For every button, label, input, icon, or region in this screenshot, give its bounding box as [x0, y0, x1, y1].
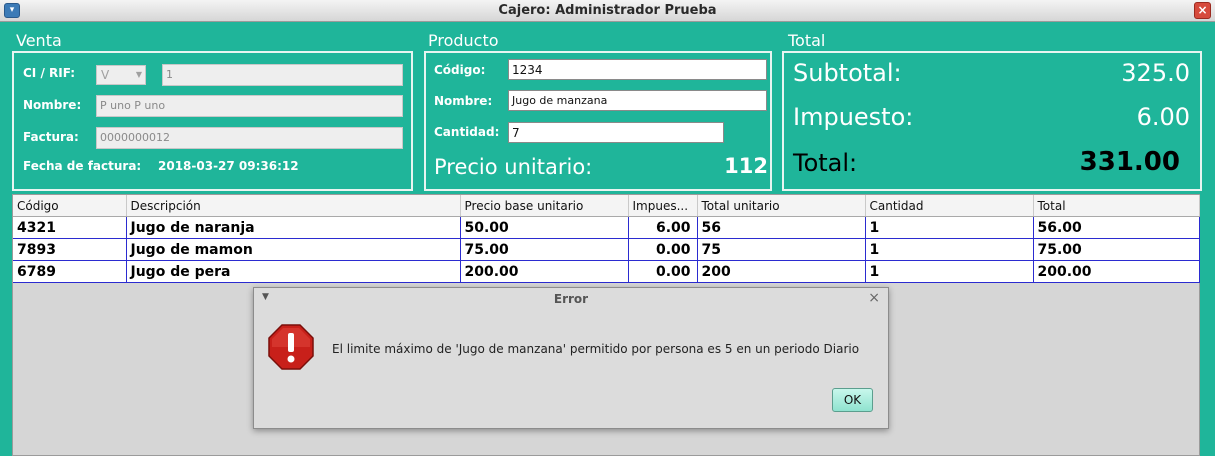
- cell-codigo[interactable]: 6789: [13, 260, 127, 283]
- codigo-label: Código:: [434, 63, 486, 77]
- cell-descripcion[interactable]: Jugo de mamon: [126, 238, 461, 261]
- impuesto-value: 6.00: [1136, 103, 1190, 131]
- total-value: 331.00: [1079, 147, 1180, 177]
- cell-total[interactable]: 200.00: [1033, 260, 1200, 283]
- producto-nombre-label: Nombre:: [434, 94, 493, 108]
- column-header-impuesto[interactable]: Impues...: [628, 195, 698, 217]
- total-panel: Subtotal: 325.0 Impuesto: 6.00 Total: 33…: [782, 51, 1202, 191]
- impuesto-label: Impuesto:: [793, 103, 914, 131]
- cliente-nombre-label: Nombre:: [23, 98, 82, 112]
- cell-cantidad[interactable]: 1: [865, 260, 1034, 283]
- fecha-label: Fecha de factura:: [23, 159, 142, 173]
- cell-total-unitario[interactable]: 75: [697, 238, 866, 261]
- cell-descripcion[interactable]: Jugo de pera: [126, 260, 461, 283]
- producto-panel: Código: 1234 Nombre: Jugo de manzana Can…: [424, 51, 772, 191]
- table-row[interactable]: 7893 Jugo de mamon 75.00 0.00 75 1 75.00: [13, 238, 1200, 261]
- cantidad-label: Cantidad:: [434, 125, 500, 139]
- subtotal-value: 325.0: [1121, 59, 1190, 87]
- venta-panel: CI / RIF: V ▼ 1 Nombre: P uno P uno Fact…: [12, 51, 413, 191]
- cliente-nombre-input[interactable]: P uno P uno: [96, 95, 403, 117]
- cell-cantidad[interactable]: 1: [865, 216, 1034, 239]
- cell-codigo[interactable]: 4321: [13, 216, 127, 239]
- error-dialog: ▼ Error × El limite máximo de 'Jugo de m…: [253, 287, 889, 429]
- ci-type-value: V: [101, 68, 110, 82]
- factura-input[interactable]: 0000000012: [96, 127, 403, 149]
- ok-button[interactable]: OK: [832, 388, 873, 412]
- producto-title: Producto: [428, 31, 499, 50]
- venta-title: Venta: [16, 31, 62, 50]
- ci-label: CI / RIF:: [23, 66, 76, 80]
- codigo-input[interactable]: 1234: [508, 59, 767, 80]
- fecha-value: 2018-03-27 09:36:12: [158, 159, 299, 173]
- column-header-total-unitario[interactable]: Total unitario: [697, 195, 866, 217]
- cell-total-unitario[interactable]: 56: [697, 216, 866, 239]
- cell-impuesto[interactable]: 0.00: [628, 260, 698, 283]
- cantidad-input[interactable]: 7: [508, 122, 724, 143]
- table-row[interactable]: 6789 Jugo de pera 200.00 0.00 200 1 200.…: [13, 260, 1200, 283]
- items-table: Código Descripción Precio base unitario …: [13, 195, 1200, 283]
- window-titlebar: ▾ Cajero: Administrador Prueba ×: [0, 0, 1215, 22]
- cell-total-unitario[interactable]: 200: [697, 260, 866, 283]
- cell-total[interactable]: 75.00: [1033, 238, 1200, 261]
- table-header-row: Código Descripción Precio base unitario …: [13, 195, 1200, 217]
- ci-type-select[interactable]: V ▼: [96, 65, 146, 85]
- column-header-descripcion[interactable]: Descripción: [126, 195, 461, 217]
- cell-cantidad[interactable]: 1: [865, 238, 1034, 261]
- cell-impuesto[interactable]: 0.00: [628, 238, 698, 261]
- stop-icon: [267, 323, 315, 371]
- cell-precio-base[interactable]: 200.00: [460, 260, 629, 283]
- producto-nombre-input[interactable]: Jugo de manzana: [508, 90, 767, 111]
- column-header-precio-base[interactable]: Precio base unitario: [460, 195, 629, 217]
- subtotal-label: Subtotal:: [793, 59, 902, 87]
- dialog-title: Error: [553, 292, 589, 306]
- ci-input[interactable]: 1: [162, 64, 403, 86]
- table-row[interactable]: 4321 Jugo de naranja 50.00 6.00 56 1 56.…: [13, 216, 1200, 239]
- column-header-cantidad[interactable]: Cantidad: [865, 195, 1034, 217]
- total-title: Total: [788, 31, 826, 50]
- error-message: El limite máximo de 'Jugo de manzana' pe…: [332, 342, 860, 356]
- cell-precio-base[interactable]: 75.00: [460, 238, 629, 261]
- column-header-total[interactable]: Total: [1033, 195, 1200, 217]
- column-header-codigo[interactable]: Código: [13, 195, 127, 217]
- chevron-down-icon: ▼: [135, 70, 142, 79]
- factura-label: Factura:: [23, 130, 79, 144]
- precio-value: 112: [724, 154, 768, 178]
- cell-descripcion[interactable]: Jugo de naranja: [126, 216, 461, 239]
- cell-total[interactable]: 56.00: [1033, 216, 1200, 239]
- cell-precio-base[interactable]: 50.00: [460, 216, 629, 239]
- window-close-icon[interactable]: ×: [1194, 2, 1211, 19]
- window-title: Cajero: Administrador Prueba: [498, 3, 717, 18]
- precio-label: Precio unitario:: [434, 155, 593, 179]
- dialog-close-icon[interactable]: ×: [868, 290, 880, 306]
- cell-codigo[interactable]: 7893: [13, 238, 127, 261]
- cell-impuesto[interactable]: 6.00: [628, 216, 698, 239]
- total-label: Total:: [793, 149, 858, 177]
